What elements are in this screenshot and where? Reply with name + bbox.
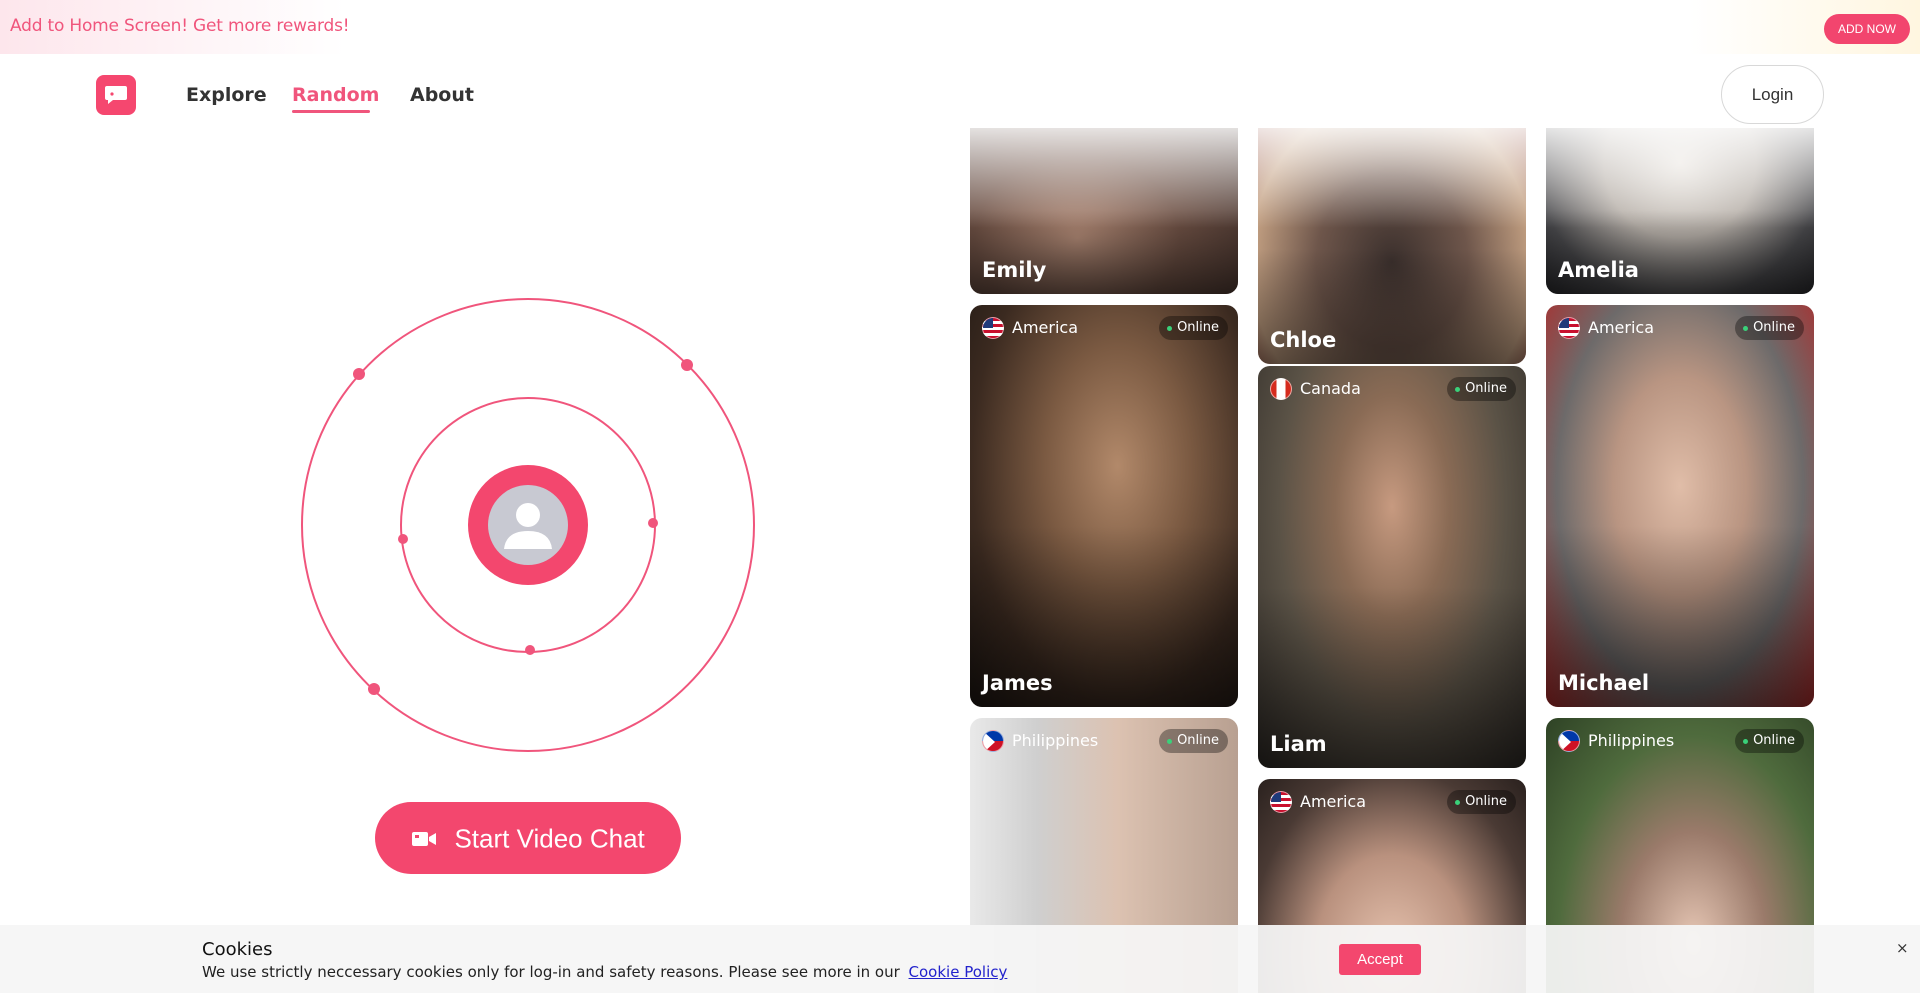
nav-random[interactable]: Random xyxy=(292,84,379,106)
us-flag-icon xyxy=(1558,317,1580,339)
online-status-badge: Online xyxy=(1735,729,1804,753)
online-status-badge: Online xyxy=(1159,316,1228,340)
avatar xyxy=(468,465,588,585)
person-icon xyxy=(488,485,568,565)
orbit-dot xyxy=(681,359,693,371)
cookie-description: We use strictly neccessary cookies only … xyxy=(202,963,900,981)
add-now-button[interactable]: ADD NOW xyxy=(1824,14,1910,44)
close-icon[interactable]: × xyxy=(1896,939,1909,957)
login-button[interactable]: Login xyxy=(1721,65,1824,124)
start-video-chat-label: Start Video Chat xyxy=(454,823,645,854)
profile-card[interactable]: America Online James xyxy=(970,305,1238,707)
profile-name: Emily xyxy=(982,258,1047,282)
canada-flag-icon xyxy=(1270,378,1292,400)
profile-name: Michael xyxy=(1558,671,1650,695)
philippines-flag-icon xyxy=(1558,730,1580,752)
profile-country: Philippines xyxy=(1588,731,1675,750)
profile-card[interactable]: Canada Online Liam xyxy=(1258,366,1526,768)
profile-country: America xyxy=(1588,318,1654,337)
profile-card[interactable]: Amelia xyxy=(1546,128,1814,294)
orbit-dot xyxy=(368,683,380,695)
profile-country: Philippines xyxy=(1012,731,1099,750)
us-flag-icon xyxy=(1270,791,1292,813)
accept-cookies-button[interactable]: Accept xyxy=(1339,944,1421,975)
online-status-badge: Online xyxy=(1159,729,1228,753)
nav-active-indicator xyxy=(292,110,370,113)
profile-grid[interactable]: Emily America Online James Philippines O… xyxy=(960,128,1824,993)
profile-name: Chloe xyxy=(1270,328,1337,352)
online-status-badge: Online xyxy=(1447,790,1516,814)
profile-country: America xyxy=(1012,318,1078,337)
logo[interactable] xyxy=(96,75,136,115)
profile-name: James xyxy=(982,671,1053,695)
orbit-dot xyxy=(398,534,408,544)
video-camera-icon xyxy=(412,831,437,846)
profile-name: Liam xyxy=(1270,732,1327,756)
cookie-text: We use strictly neccessary cookies only … xyxy=(202,963,1007,981)
cookie-policy-link[interactable]: Cookie Policy xyxy=(909,963,1008,981)
online-status-badge: Online xyxy=(1447,377,1516,401)
us-flag-icon xyxy=(982,317,1004,339)
cookie-title: Cookies xyxy=(202,939,273,960)
profile-card[interactable]: Emily xyxy=(970,128,1238,294)
profile-card[interactable]: America Online Michael xyxy=(1546,305,1814,707)
online-status-badge: Online xyxy=(1735,316,1804,340)
start-video-chat-button[interactable]: Start Video Chat xyxy=(375,802,681,874)
promo-banner: Add to Home Screen! Get more rewards! AD… xyxy=(0,0,1920,54)
philippines-flag-icon xyxy=(982,730,1004,752)
orbit-dot xyxy=(525,645,535,655)
orbit-dot xyxy=(353,368,365,380)
profile-name: Amelia xyxy=(1558,258,1639,282)
cookie-banner: Cookies We use strictly neccessary cooki… xyxy=(0,925,1920,993)
chat-bubble-icon xyxy=(105,86,127,104)
orbit-dot xyxy=(648,518,658,528)
promo-text: Add to Home Screen! Get more rewards! xyxy=(10,16,350,36)
nav-explore[interactable]: Explore xyxy=(186,84,267,106)
nav-about[interactable]: About xyxy=(410,84,474,106)
profile-card[interactable]: Chloe xyxy=(1258,128,1526,364)
profile-country: America xyxy=(1300,792,1366,811)
profile-country: Canada xyxy=(1300,379,1361,398)
